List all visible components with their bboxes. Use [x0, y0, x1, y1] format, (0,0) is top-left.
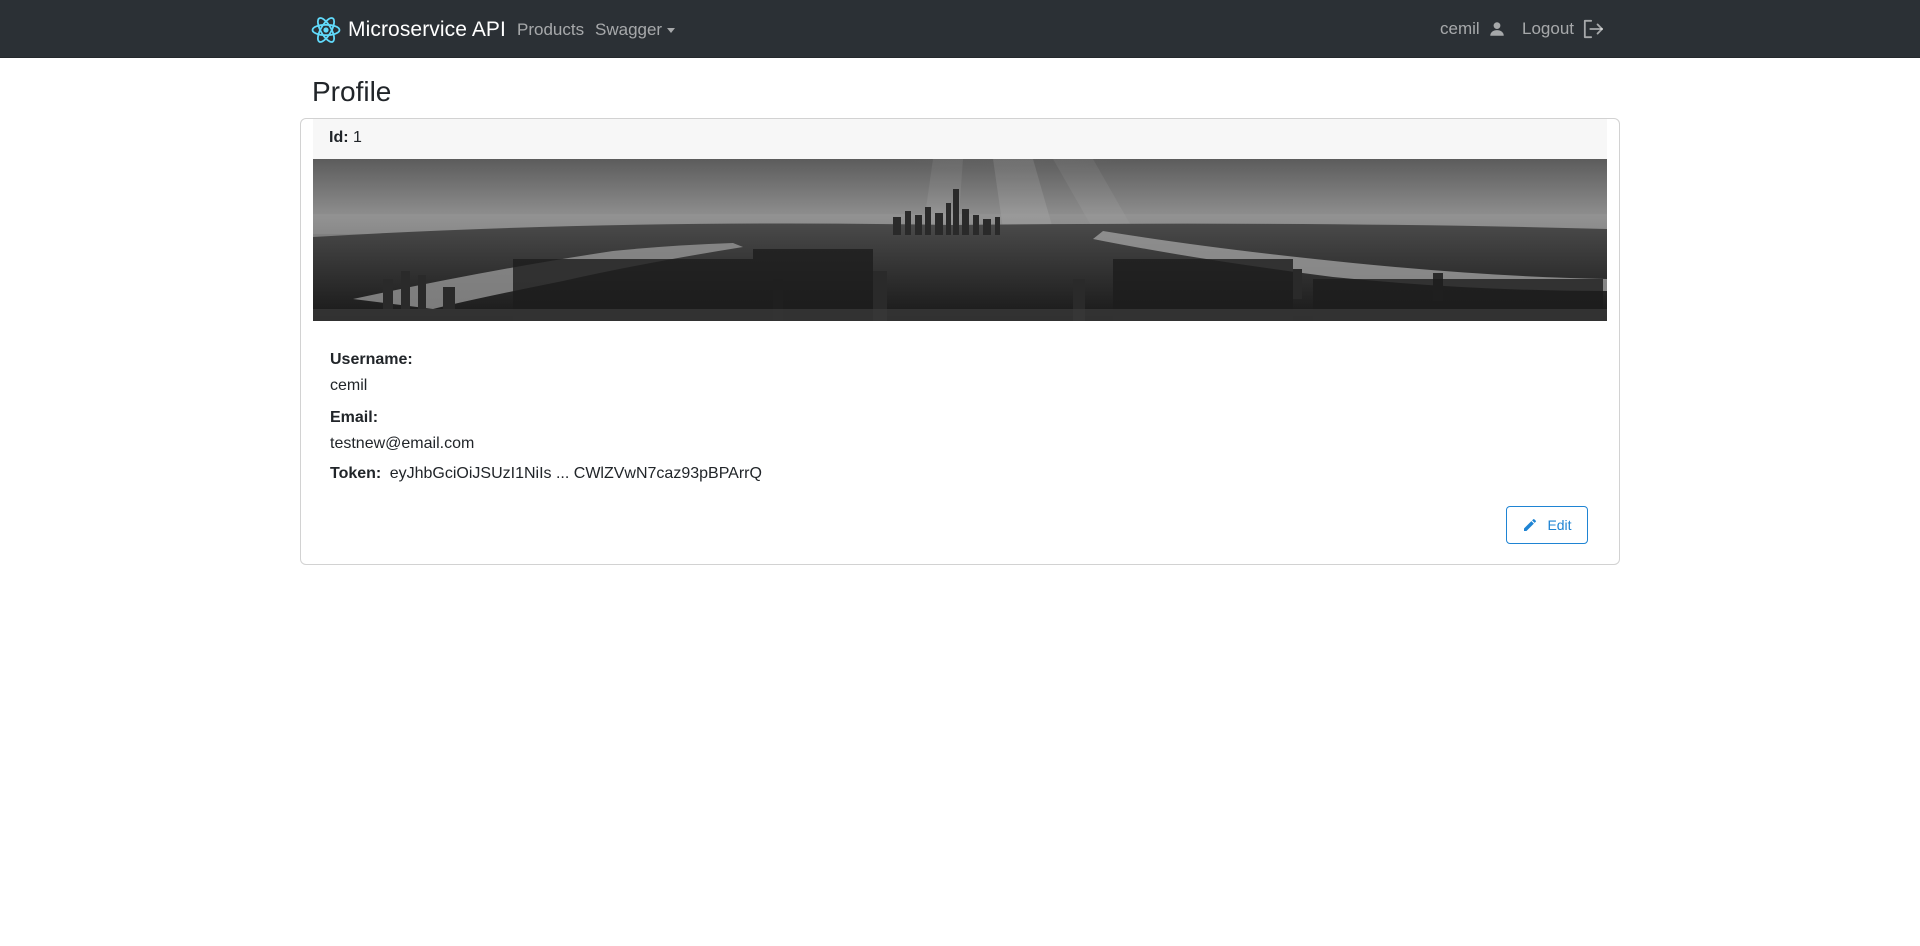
- city-skyline-image: [313, 159, 1607, 321]
- email-field: Email: testnew@email.com: [330, 409, 474, 453]
- username-label: Username:: [330, 351, 413, 368]
- nav-logout-label: Logout: [1522, 19, 1574, 38]
- nav-swagger-dropdown[interactable]: Swagger: [595, 20, 676, 40]
- edit-button[interactable]: Edit: [1506, 506, 1588, 544]
- card-header: Id: 1: [313, 119, 1607, 159]
- nav-logout-link[interactable]: Logout: [1522, 19, 1604, 39]
- token-field: Token: eyJhbGciOiJSUzI1NiIs ... CWlZVwN7…: [330, 465, 762, 483]
- user-icon: [1488, 20, 1506, 38]
- logout-icon: [1582, 19, 1604, 39]
- nav-username: cemil: [1440, 19, 1480, 38]
- page-title: Profile: [312, 76, 392, 107]
- email-value: testnew@email.com: [330, 435, 475, 452]
- nav-user-link[interactable]: cemil: [1440, 19, 1506, 39]
- id-value: 1: [353, 129, 362, 146]
- brand-title: Microservice API: [348, 18, 506, 41]
- chevron-down-icon: [667, 27, 676, 33]
- pencil-icon: [1522, 517, 1538, 533]
- react-logo-icon: [311, 15, 341, 45]
- navbar: Microservice API Products Swagger cemil …: [0, 0, 1920, 58]
- brand-link[interactable]: Microservice API: [311, 14, 506, 46]
- token-value: eyJhbGciOiJSUzI1NiIs ... CWlZVwN7caz93pB…: [389, 465, 762, 482]
- username-field: Username: cemil: [330, 351, 413, 395]
- token-label: Token:: [330, 465, 382, 482]
- username-value: cemil: [330, 377, 368, 394]
- email-label: Email:: [330, 409, 379, 426]
- edit-button-label: Edit: [1547, 517, 1572, 533]
- nav-products-link[interactable]: Products: [517, 20, 584, 40]
- id-label: Id:: [329, 129, 349, 146]
- nav-swagger-label: Swagger: [595, 20, 663, 39]
- profile-card: Id: 1 Username: cemil Email: testnew@ema…: [300, 118, 1620, 565]
